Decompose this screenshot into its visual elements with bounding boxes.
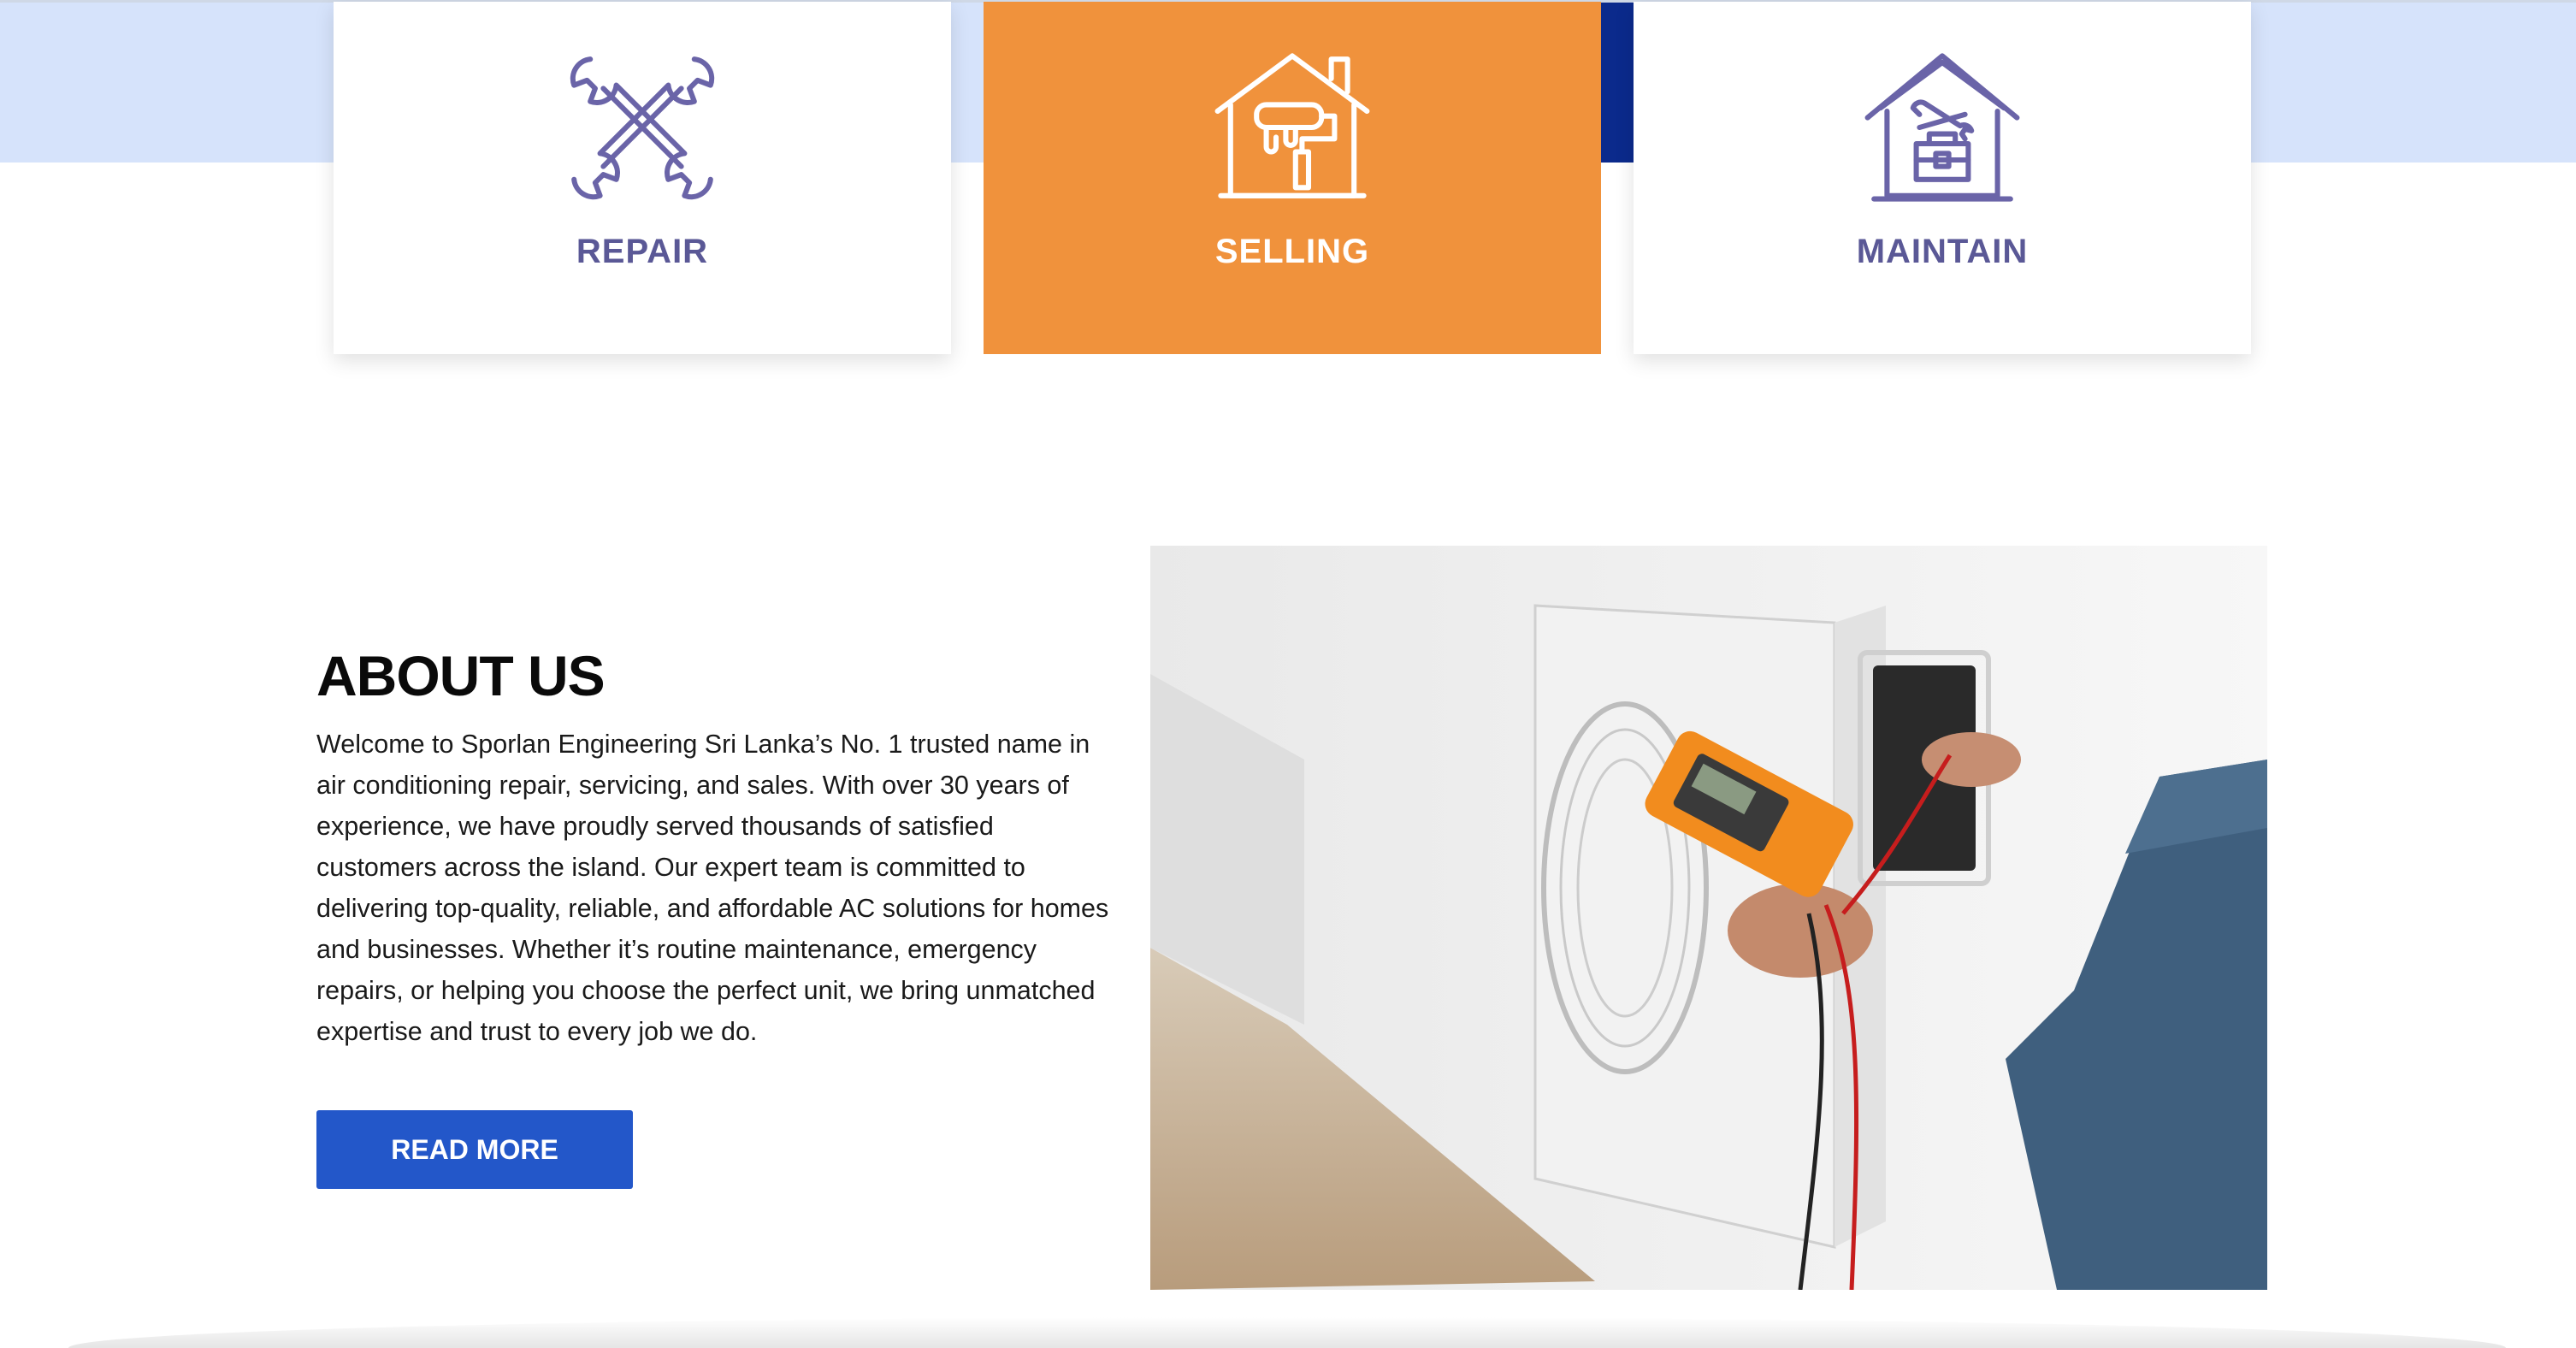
read-more-button[interactable]: READ MORE [316, 1110, 633, 1189]
about-section: ABOUT US Welcome to Sporlan Engineering … [316, 547, 1112, 1052]
service-label-maintain: MAINTAIN [1856, 233, 2029, 270]
service-card-maintain[interactable]: MAINTAIN [1634, 2, 2251, 354]
house-toolbox-icon [1864, 53, 2020, 202]
about-title: ABOUT US [316, 644, 606, 707]
service-card-repair[interactable]: REPAIR [334, 2, 951, 354]
house-paint-icon [1214, 53, 1370, 198]
service-label-repair: REPAIR [576, 233, 709, 270]
footer-shadow [68, 1317, 2506, 1348]
technician-ac-photo [1150, 546, 2267, 1290]
service-label-selling: SELLING [1214, 233, 1370, 270]
about-body: Welcome to Sporlan Engineering Sri Lanka… [316, 730, 1109, 1046]
wrench-cross-icon [570, 56, 715, 200]
photo-illustration [1150, 546, 2267, 1290]
service-card-selling[interactable]: SELLING [984, 2, 1601, 354]
